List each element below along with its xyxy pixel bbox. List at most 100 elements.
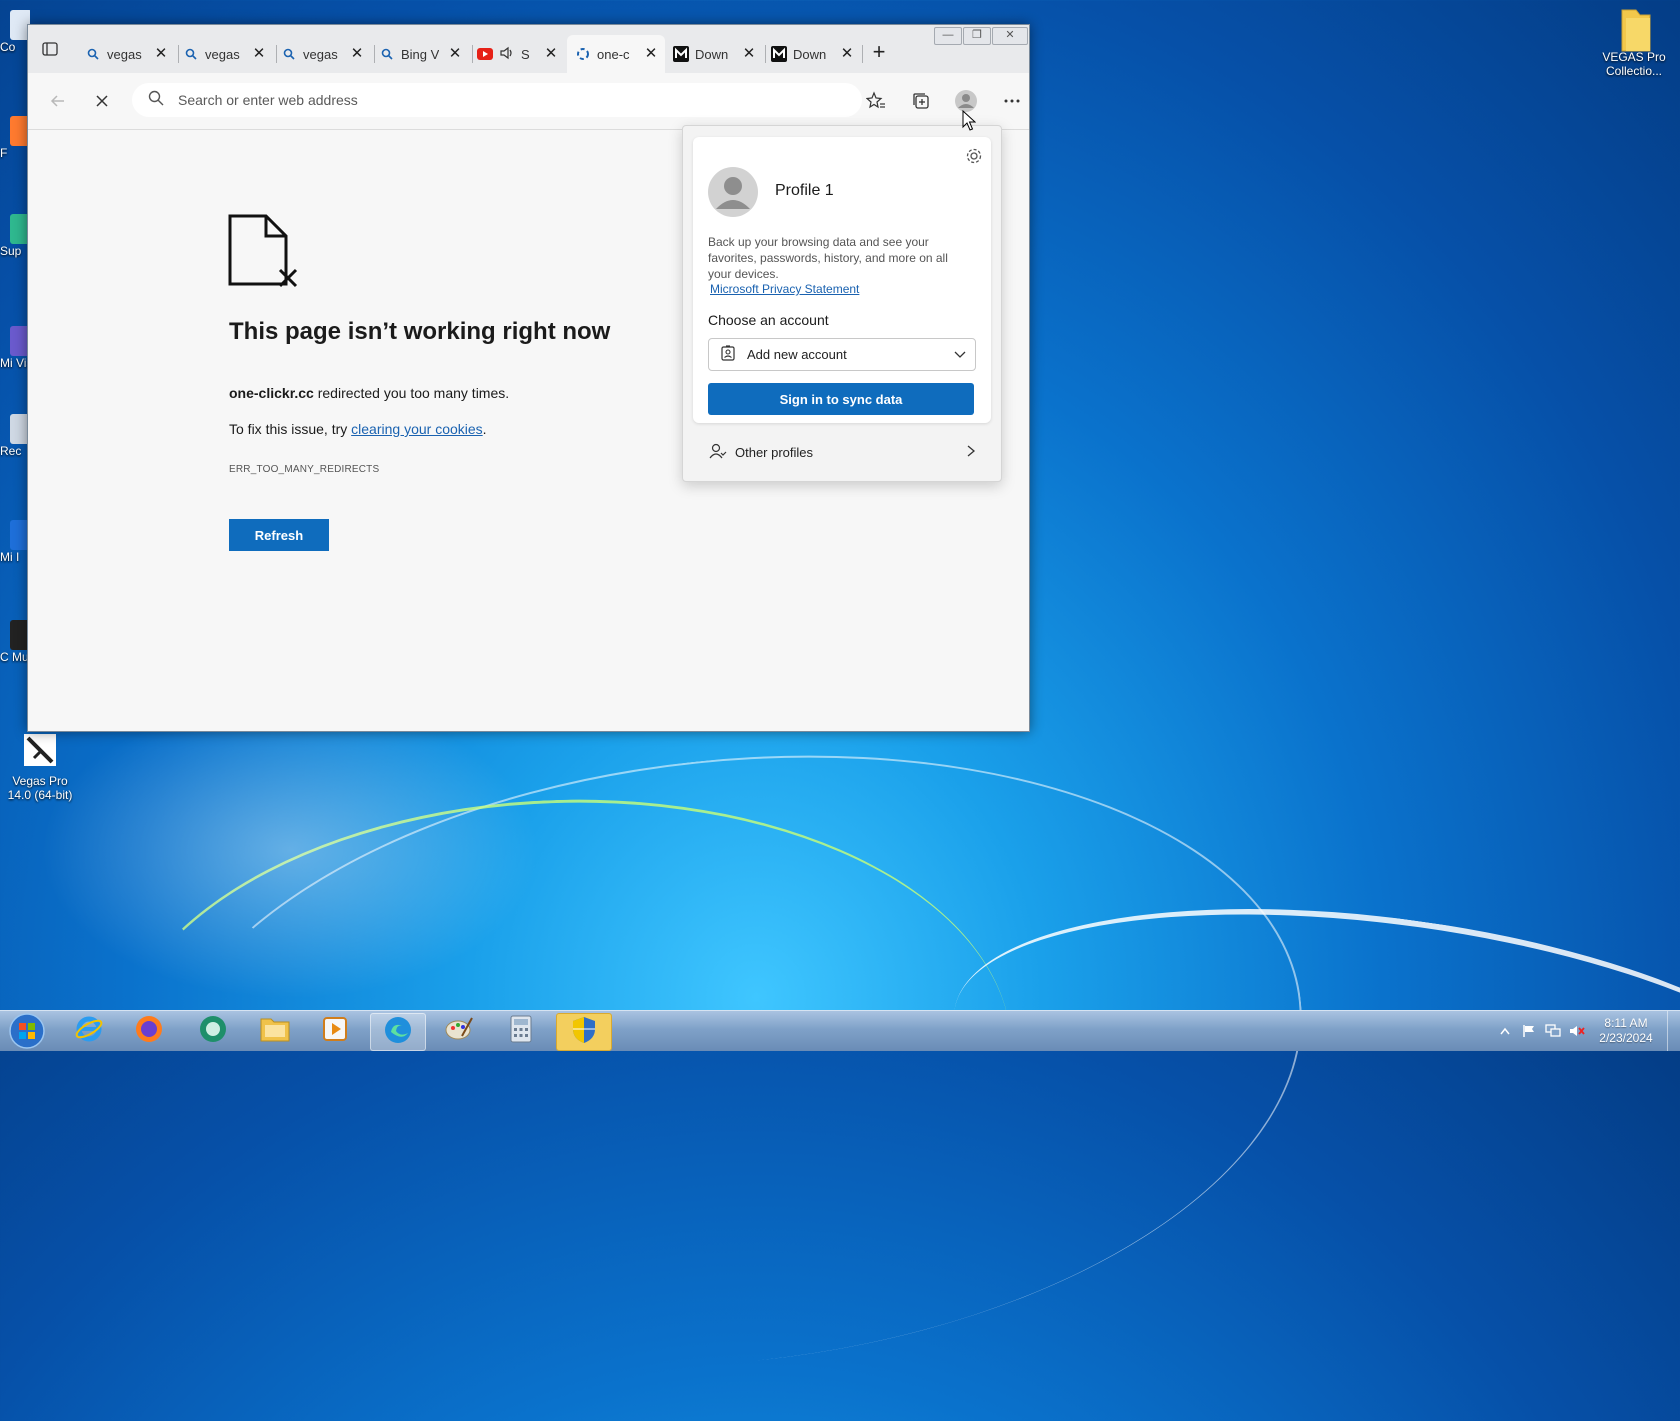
profile-name: Profile 1 <box>775 182 834 199</box>
tab-6-active[interactable]: one-c ✕ <box>567 35 665 73</box>
maximize-button[interactable]: ❐ <box>963 27 991 45</box>
error-code: ERR_TOO_MANY_REDIRECTS <box>229 464 380 475</box>
volume-muted-icon[interactable] <box>1568 1023 1586 1039</box>
browser-window: vegas ✕ vegas ✕ vegas ✕ Bing V ✕ S ✕ one… <box>27 24 1030 732</box>
stop-loading-button[interactable] <box>88 87 116 115</box>
loading-icon <box>575 46 591 62</box>
close-icon[interactable]: ✕ <box>741 46 757 62</box>
taskbar-internet-explorer[interactable] <box>62 1013 116 1049</box>
folder-icon <box>1614 6 1654 52</box>
desktop-icon-stub-4[interactable]: Mi Visu <box>0 326 30 370</box>
youtube-icon <box>477 46 493 62</box>
tab-5[interactable]: S ✕ <box>469 35 567 73</box>
tab-8[interactable]: Down ✕ <box>763 35 861 73</box>
close-icon[interactable]: ✕ <box>349 46 365 62</box>
profile-description: Back up your browsing data and see your … <box>708 235 948 281</box>
firefox-icon <box>134 1014 164 1049</box>
m-logo-icon <box>771 46 787 62</box>
close-icon[interactable]: ✕ <box>643 46 659 62</box>
close-icon[interactable]: ✕ <box>447 46 463 62</box>
taskbar-clock[interactable]: 8:11 AM 2/23/2024 <box>1589 1016 1663 1046</box>
tab-4[interactable]: Bing V ✕ <box>371 35 469 73</box>
folder-icon <box>259 1015 291 1048</box>
show-hidden-icons-icon[interactable] <box>1496 1023 1514 1039</box>
sign-in-sync-button[interactable]: Sign in to sync data <box>708 383 974 415</box>
taskbar-edge[interactable] <box>370 1013 426 1051</box>
tab-7[interactable]: Down ✕ <box>665 35 763 73</box>
clock-date: 2/23/2024 <box>1599 1031 1653 1045</box>
avatar <box>708 167 758 217</box>
address-input[interactable] <box>176 91 800 109</box>
tab-actions-icon[interactable] <box>42 41 60 57</box>
flag-icon[interactable] <box>1520 1023 1538 1039</box>
id-badge-icon <box>721 345 735 364</box>
close-icon[interactable]: ✕ <box>543 46 559 62</box>
wallpaper-glow <box>121 701 1333 1421</box>
m-logo-icon <box>673 46 689 62</box>
gear-icon[interactable] <box>965 147 983 165</box>
shield-icon <box>571 1015 597 1050</box>
close-icon[interactable]: ✕ <box>153 46 169 62</box>
taskbar-file-explorer[interactable] <box>248 1013 302 1049</box>
error-message: one-clickr.cc redirected you too many ti… <box>229 385 510 401</box>
search-icon <box>281 46 297 62</box>
taskbar-app-green[interactable] <box>186 1013 240 1049</box>
account-select[interactable]: Add new account <box>708 338 976 371</box>
clear-cookies-link[interactable]: clearing your cookies <box>351 421 483 437</box>
desktop-icon-stub-6[interactable]: Mi I <box>0 520 30 564</box>
desktop-icon-stub-3[interactable]: Sup <box>0 214 30 258</box>
desktop-icon-vegas-pro[interactable]: Vegas Pro 14.0 (64-bit) <box>0 730 80 802</box>
more-options-button[interactable] <box>998 87 1026 115</box>
desktop-icon-stub-2[interactable]: F <box>0 116 30 160</box>
tab-3[interactable]: vegas ✕ <box>273 35 371 73</box>
start-button[interactable] <box>2 1012 48 1050</box>
minimize-button[interactable]: — <box>934 27 962 45</box>
profile-flyout: Profile 1 Back up your browsing data and… <box>682 125 1002 482</box>
chevron-right-icon <box>965 444 977 461</box>
vegas-pro-icon <box>20 730 60 770</box>
clock-time: 8:11 AM <box>1604 1016 1648 1030</box>
system-tray: 8:11 AM 2/23/2024 <box>1493 1011 1680 1051</box>
desktop-icon-stub-1[interactable]: Co <box>0 10 30 54</box>
taskbar-media-player[interactable] <box>308 1013 362 1049</box>
other-profiles-item[interactable]: Other profiles <box>709 440 979 464</box>
internet-explorer-icon <box>74 1014 104 1049</box>
network-icon[interactable] <box>1544 1023 1562 1039</box>
privacy-statement-link[interactable]: Microsoft Privacy Statement <box>710 282 859 296</box>
desktop-icon-stub-5[interactable]: Rec <box>0 414 30 458</box>
address-bar[interactable] <box>132 83 862 117</box>
choose-account-label: Choose an account <box>708 312 829 328</box>
taskbar-security-app[interactable] <box>556 1013 612 1051</box>
tab-2[interactable]: vegas ✕ <box>175 35 273 73</box>
tab-1[interactable]: vegas ✕ <box>77 35 175 73</box>
wallpaper-light <box>40 700 540 1000</box>
close-icon[interactable]: ✕ <box>839 46 855 62</box>
taskbar-calculator[interactable] <box>494 1013 548 1049</box>
close-window-button[interactable]: ✕ <box>992 27 1028 45</box>
favorites-button[interactable] <box>862 87 890 115</box>
mouse-cursor <box>962 109 977 137</box>
edge-icon <box>383 1015 413 1050</box>
back-button[interactable] <box>44 87 72 115</box>
error-title: This page isn’t working right now <box>229 318 611 345</box>
new-tab-button[interactable]: + <box>866 39 892 65</box>
error-fix-hint: To fix this issue, try clearing your coo… <box>229 421 487 437</box>
collections-button[interactable] <box>907 87 935 115</box>
show-desktop-button[interactable] <box>1667 1011 1680 1051</box>
wallpaper-swoosh <box>101 784 1021 1339</box>
close-icon[interactable]: ✕ <box>251 46 267 62</box>
media-player-icon <box>321 1015 349 1048</box>
desktop-icon-vegas-folder[interactable]: VEGAS Pro Collectio... <box>1594 6 1674 78</box>
taskbar-paint[interactable] <box>432 1013 486 1049</box>
chat-app-icon <box>198 1014 228 1049</box>
broken-document-icon <box>228 214 300 297</box>
taskbar-firefox[interactable] <box>122 1013 176 1049</box>
desktop-icon-stub-7[interactable]: C Mu <box>0 620 30 664</box>
tab-bar: vegas ✕ vegas ✕ vegas ✕ Bing V ✕ S ✕ one… <box>28 25 1029 73</box>
error-host: one-clickr.cc <box>229 385 314 401</box>
refresh-button[interactable]: Refresh <box>229 519 329 551</box>
speaker-icon[interactable] <box>499 46 515 63</box>
paint-icon <box>444 1014 474 1049</box>
profile-card: Profile 1 Back up your browsing data and… <box>693 137 991 423</box>
search-icon <box>85 46 101 62</box>
